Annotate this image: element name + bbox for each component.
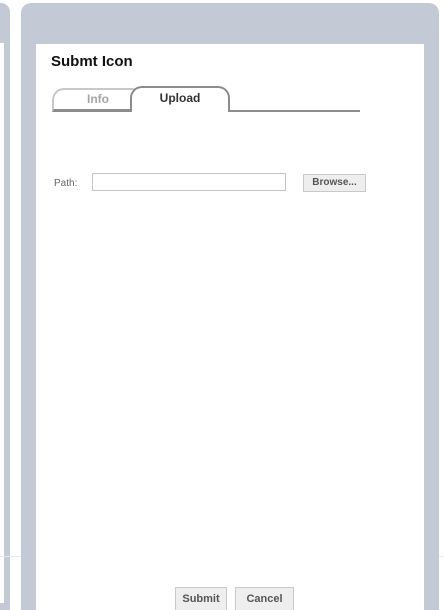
dialog-body: Submt Icon Info Upload Path: Browse... S… — [36, 44, 424, 610]
background-panel-body — [0, 43, 4, 603]
tab-upload[interactable]: Upload — [130, 86, 230, 112]
screen: Submt Icon Info Upload Path: Browse... S… — [0, 0, 444, 610]
browse-button[interactable]: Browse... — [303, 174, 366, 192]
dialog-title: Submt Icon — [51, 53, 133, 70]
cancel-button[interactable]: Cancel — [235, 587, 294, 610]
submit-button[interactable]: Submit — [175, 587, 227, 610]
path-label: Path: — [54, 178, 78, 189]
tab-bar: Info Upload — [50, 86, 360, 117]
background-panel — [0, 3, 10, 610]
tab-baseline — [227, 110, 360, 112]
path-input[interactable] — [92, 173, 286, 191]
